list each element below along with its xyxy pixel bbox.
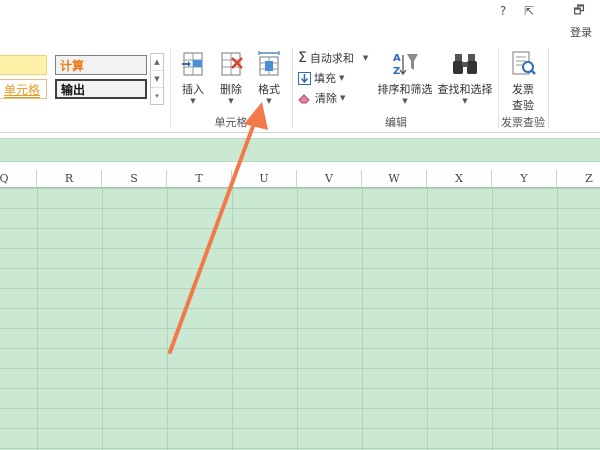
restore-button[interactable]: 🗗	[568, 2, 590, 20]
invoice-group-label: 发票查验	[501, 116, 545, 129]
column-header[interactable]: W	[362, 170, 427, 187]
gallery-down-icon[interactable]: ▼	[151, 71, 163, 88]
column-header-row: Q R S T U V W X Y Z	[0, 170, 600, 188]
column-header[interactable]: Q	[0, 170, 37, 187]
gallery-up-icon[interactable]: ▲	[151, 54, 163, 71]
clear-button[interactable]: 清除 ▼	[298, 90, 345, 106]
format-dropdown-icon: ▼	[266, 97, 272, 105]
fill-label: 填充	[314, 72, 336, 85]
delete-label: 删除	[220, 83, 242, 96]
find-select-button[interactable]: 查找和选择 ▼	[436, 50, 494, 105]
autosum-label: 自动求和	[309, 52, 354, 65]
find-select-label: 查找和选择	[437, 83, 493, 96]
styles-gallery-scroll[interactable]: ▲ ▼ ▾	[150, 53, 164, 105]
autosum-button[interactable]: Σ 自动求和 ▼	[298, 50, 368, 66]
sort-filter-icon: A Z	[393, 53, 418, 77]
insert-dropdown-icon: ▼	[190, 97, 196, 105]
fill-button[interactable]: 填充 ▼	[298, 70, 344, 86]
login-link[interactable]: 登录	[570, 24, 592, 40]
column-header[interactable]: Y	[492, 170, 557, 187]
svg-text:Z: Z	[393, 66, 400, 77]
find-select-dropdown-icon: ▼	[462, 97, 468, 105]
fill-down-icon	[298, 71, 311, 85]
ribbon-separator	[548, 48, 549, 128]
column-header[interactable]: Z	[557, 170, 600, 187]
eraser-icon	[298, 94, 310, 104]
autosum-dropdown-icon: ▼	[362, 54, 369, 62]
sort-filter-label: 排序和筛选	[377, 83, 433, 96]
sigma-icon: Σ	[298, 50, 307, 66]
column-header[interactable]: V	[297, 170, 362, 187]
ribbon: 单元格 计算 输出 ▲ ▼ ▾ 插入 ▼ 删除 ▼ 格式 ▼ 单元格 Σ 自动求…	[0, 42, 600, 133]
ribbon-separator	[498, 48, 499, 128]
sort-filter-dropdown-icon: ▼	[402, 97, 408, 105]
delete-dropdown-icon: ▼	[228, 97, 234, 105]
cells-group-label: 单元格	[214, 116, 248, 129]
insert-button[interactable]: 插入 ▼	[176, 50, 210, 105]
delete-button[interactable]: 删除 ▼	[214, 50, 248, 105]
svg-text:A: A	[393, 53, 401, 64]
ribbon-separator	[170, 48, 171, 128]
ribbon-separator	[292, 48, 293, 128]
title-bar: ? ⇱ 🗗	[0, 0, 600, 22]
column-header[interactable]: U	[232, 170, 297, 187]
invoice-line1: 发票	[512, 83, 534, 96]
binoculars-icon	[453, 54, 477, 74]
formula-bar-area[interactable]	[0, 138, 600, 162]
insert-label: 插入	[182, 83, 204, 96]
worksheet-grid[interactable]	[0, 188, 600, 450]
sort-filter-button[interactable]: A Z 排序和筛选 ▼	[376, 50, 434, 105]
format-button[interactable]: 格式 ▼	[252, 50, 286, 105]
clear-label: 清除	[315, 92, 337, 105]
help-button[interactable]: ?	[492, 2, 514, 20]
cell-style-output[interactable]: 输出	[55, 79, 147, 99]
insert-cells-icon	[182, 52, 203, 76]
editing-group-label: 编辑	[385, 116, 407, 129]
invoice-line2: 查验	[512, 99, 534, 112]
invoice-search-icon	[512, 51, 536, 75]
format-label: 格式	[258, 83, 280, 96]
invoice-check-button[interactable]: 发票 查验	[504, 50, 542, 113]
cell-style-calculation[interactable]: 计算	[55, 55, 147, 75]
column-header[interactable]: S	[102, 170, 167, 187]
column-header[interactable]: R	[37, 170, 102, 187]
clear-dropdown-icon: ▼	[340, 94, 346, 102]
column-header[interactable]: X	[427, 170, 492, 187]
delete-cells-icon	[221, 52, 243, 76]
cell-style-good[interactable]	[0, 55, 47, 75]
gallery-more-icon[interactable]: ▾	[151, 88, 163, 104]
column-header[interactable]: T	[167, 170, 232, 187]
ribbon-display-options-button[interactable]: ⇱	[518, 2, 540, 20]
format-cells-icon	[258, 51, 280, 76]
cell-style-linked-cell[interactable]: 单元格	[0, 79, 47, 99]
fill-dropdown-icon: ▼	[339, 74, 345, 82]
